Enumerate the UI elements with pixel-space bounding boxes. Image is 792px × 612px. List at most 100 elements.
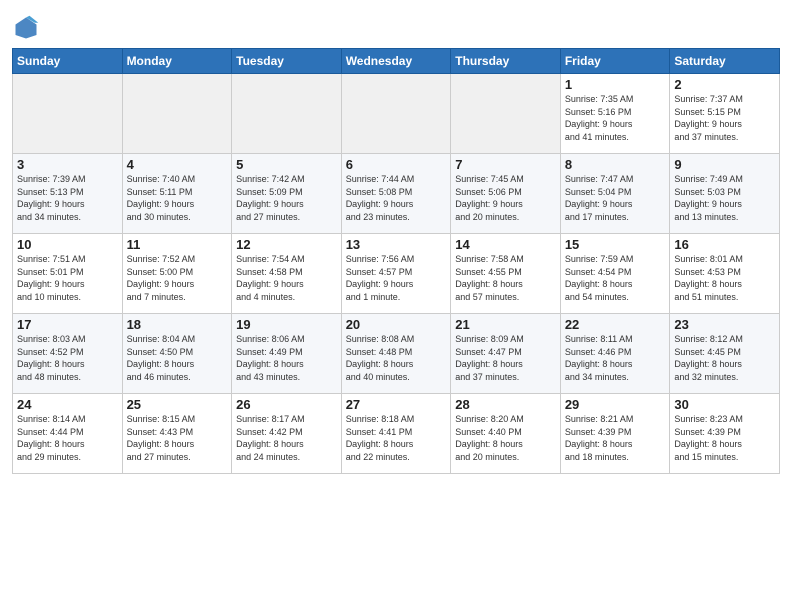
day-info: Sunrise: 7:40 AM Sunset: 5:11 PM Dayligh… — [127, 173, 228, 223]
day-number: 5 — [236, 157, 337, 172]
logo-icon — [12, 14, 40, 42]
calendar-cell: 9Sunrise: 7:49 AM Sunset: 5:03 PM Daylig… — [670, 154, 780, 234]
day-number: 20 — [346, 317, 447, 332]
calendar-cell — [13, 74, 123, 154]
calendar-cell: 28Sunrise: 8:20 AM Sunset: 4:40 PM Dayli… — [451, 394, 561, 474]
calendar-cell: 24Sunrise: 8:14 AM Sunset: 4:44 PM Dayli… — [13, 394, 123, 474]
calendar-cell: 6Sunrise: 7:44 AM Sunset: 5:08 PM Daylig… — [341, 154, 451, 234]
day-number: 12 — [236, 237, 337, 252]
day-info: Sunrise: 7:51 AM Sunset: 5:01 PM Dayligh… — [17, 253, 118, 303]
weekday-header-wednesday: Wednesday — [341, 49, 451, 74]
day-info: Sunrise: 7:59 AM Sunset: 4:54 PM Dayligh… — [565, 253, 666, 303]
day-info: Sunrise: 7:35 AM Sunset: 5:16 PM Dayligh… — [565, 93, 666, 143]
day-number: 18 — [127, 317, 228, 332]
day-number: 4 — [127, 157, 228, 172]
day-info: Sunrise: 7:45 AM Sunset: 5:06 PM Dayligh… — [455, 173, 556, 223]
calendar-cell: 27Sunrise: 8:18 AM Sunset: 4:41 PM Dayli… — [341, 394, 451, 474]
calendar-cell: 13Sunrise: 7:56 AM Sunset: 4:57 PM Dayli… — [341, 234, 451, 314]
day-number: 30 — [674, 397, 775, 412]
day-info: Sunrise: 8:14 AM Sunset: 4:44 PM Dayligh… — [17, 413, 118, 463]
day-info: Sunrise: 8:17 AM Sunset: 4:42 PM Dayligh… — [236, 413, 337, 463]
day-number: 29 — [565, 397, 666, 412]
calendar-cell: 19Sunrise: 8:06 AM Sunset: 4:49 PM Dayli… — [232, 314, 342, 394]
calendar-cell: 15Sunrise: 7:59 AM Sunset: 4:54 PM Dayli… — [560, 234, 670, 314]
day-info: Sunrise: 8:11 AM Sunset: 4:46 PM Dayligh… — [565, 333, 666, 383]
day-info: Sunrise: 8:03 AM Sunset: 4:52 PM Dayligh… — [17, 333, 118, 383]
day-number: 14 — [455, 237, 556, 252]
calendar-cell: 16Sunrise: 8:01 AM Sunset: 4:53 PM Dayli… — [670, 234, 780, 314]
day-info: Sunrise: 8:12 AM Sunset: 4:45 PM Dayligh… — [674, 333, 775, 383]
day-number: 17 — [17, 317, 118, 332]
day-number: 23 — [674, 317, 775, 332]
day-info: Sunrise: 7:54 AM Sunset: 4:58 PM Dayligh… — [236, 253, 337, 303]
day-info: Sunrise: 7:37 AM Sunset: 5:15 PM Dayligh… — [674, 93, 775, 143]
day-number: 25 — [127, 397, 228, 412]
day-number: 11 — [127, 237, 228, 252]
calendar-cell — [232, 74, 342, 154]
calendar-cell: 18Sunrise: 8:04 AM Sunset: 4:50 PM Dayli… — [122, 314, 232, 394]
calendar-week-row: 3Sunrise: 7:39 AM Sunset: 5:13 PM Daylig… — [13, 154, 780, 234]
calendar-cell: 29Sunrise: 8:21 AM Sunset: 4:39 PM Dayli… — [560, 394, 670, 474]
day-info: Sunrise: 8:04 AM Sunset: 4:50 PM Dayligh… — [127, 333, 228, 383]
calendar-cell: 22Sunrise: 8:11 AM Sunset: 4:46 PM Dayli… — [560, 314, 670, 394]
calendar-cell: 30Sunrise: 8:23 AM Sunset: 4:39 PM Dayli… — [670, 394, 780, 474]
day-number: 9 — [674, 157, 775, 172]
calendar-cell — [341, 74, 451, 154]
day-number: 3 — [17, 157, 118, 172]
page-container: SundayMondayTuesdayWednesdayThursdayFrid… — [0, 0, 792, 482]
day-number: 6 — [346, 157, 447, 172]
calendar-week-row: 24Sunrise: 8:14 AM Sunset: 4:44 PM Dayli… — [13, 394, 780, 474]
calendar-cell — [122, 74, 232, 154]
day-number: 16 — [674, 237, 775, 252]
day-info: Sunrise: 8:01 AM Sunset: 4:53 PM Dayligh… — [674, 253, 775, 303]
weekday-header-tuesday: Tuesday — [232, 49, 342, 74]
calendar-cell: 17Sunrise: 8:03 AM Sunset: 4:52 PM Dayli… — [13, 314, 123, 394]
day-number: 27 — [346, 397, 447, 412]
calendar-week-row: 1Sunrise: 7:35 AM Sunset: 5:16 PM Daylig… — [13, 74, 780, 154]
weekday-header-monday: Monday — [122, 49, 232, 74]
day-number: 2 — [674, 77, 775, 92]
day-number: 26 — [236, 397, 337, 412]
day-info: Sunrise: 7:52 AM Sunset: 5:00 PM Dayligh… — [127, 253, 228, 303]
calendar-cell: 10Sunrise: 7:51 AM Sunset: 5:01 PM Dayli… — [13, 234, 123, 314]
calendar-week-row: 10Sunrise: 7:51 AM Sunset: 5:01 PM Dayli… — [13, 234, 780, 314]
calendar-cell: 21Sunrise: 8:09 AM Sunset: 4:47 PM Dayli… — [451, 314, 561, 394]
day-info: Sunrise: 8:21 AM Sunset: 4:39 PM Dayligh… — [565, 413, 666, 463]
calendar-cell: 4Sunrise: 7:40 AM Sunset: 5:11 PM Daylig… — [122, 154, 232, 234]
calendar-cell: 5Sunrise: 7:42 AM Sunset: 5:09 PM Daylig… — [232, 154, 342, 234]
calendar-cell: 12Sunrise: 7:54 AM Sunset: 4:58 PM Dayli… — [232, 234, 342, 314]
calendar-week-row: 17Sunrise: 8:03 AM Sunset: 4:52 PM Dayli… — [13, 314, 780, 394]
day-info: Sunrise: 7:58 AM Sunset: 4:55 PM Dayligh… — [455, 253, 556, 303]
day-info: Sunrise: 8:18 AM Sunset: 4:41 PM Dayligh… — [346, 413, 447, 463]
day-info: Sunrise: 8:09 AM Sunset: 4:47 PM Dayligh… — [455, 333, 556, 383]
day-number: 28 — [455, 397, 556, 412]
calendar-cell: 11Sunrise: 7:52 AM Sunset: 5:00 PM Dayli… — [122, 234, 232, 314]
day-info: Sunrise: 7:56 AM Sunset: 4:57 PM Dayligh… — [346, 253, 447, 303]
day-number: 10 — [17, 237, 118, 252]
calendar-table: SundayMondayTuesdayWednesdayThursdayFrid… — [12, 48, 780, 474]
weekday-header-row: SundayMondayTuesdayWednesdayThursdayFrid… — [13, 49, 780, 74]
day-info: Sunrise: 8:23 AM Sunset: 4:39 PM Dayligh… — [674, 413, 775, 463]
day-info: Sunrise: 7:42 AM Sunset: 5:09 PM Dayligh… — [236, 173, 337, 223]
day-info: Sunrise: 8:06 AM Sunset: 4:49 PM Dayligh… — [236, 333, 337, 383]
calendar-cell: 8Sunrise: 7:47 AM Sunset: 5:04 PM Daylig… — [560, 154, 670, 234]
day-number: 15 — [565, 237, 666, 252]
day-info: Sunrise: 7:47 AM Sunset: 5:04 PM Dayligh… — [565, 173, 666, 223]
calendar-cell: 26Sunrise: 8:17 AM Sunset: 4:42 PM Dayli… — [232, 394, 342, 474]
calendar-cell: 1Sunrise: 7:35 AM Sunset: 5:16 PM Daylig… — [560, 74, 670, 154]
weekday-header-saturday: Saturday — [670, 49, 780, 74]
calendar-cell: 7Sunrise: 7:45 AM Sunset: 5:06 PM Daylig… — [451, 154, 561, 234]
weekday-header-sunday: Sunday — [13, 49, 123, 74]
calendar-cell: 23Sunrise: 8:12 AM Sunset: 4:45 PM Dayli… — [670, 314, 780, 394]
day-info: Sunrise: 8:15 AM Sunset: 4:43 PM Dayligh… — [127, 413, 228, 463]
day-info: Sunrise: 7:39 AM Sunset: 5:13 PM Dayligh… — [17, 173, 118, 223]
calendar-cell: 20Sunrise: 8:08 AM Sunset: 4:48 PM Dayli… — [341, 314, 451, 394]
day-number: 22 — [565, 317, 666, 332]
day-number: 7 — [455, 157, 556, 172]
day-info: Sunrise: 8:08 AM Sunset: 4:48 PM Dayligh… — [346, 333, 447, 383]
day-number: 21 — [455, 317, 556, 332]
calendar-cell: 2Sunrise: 7:37 AM Sunset: 5:15 PM Daylig… — [670, 74, 780, 154]
calendar-cell: 14Sunrise: 7:58 AM Sunset: 4:55 PM Dayli… — [451, 234, 561, 314]
calendar-cell: 3Sunrise: 7:39 AM Sunset: 5:13 PM Daylig… — [13, 154, 123, 234]
day-info: Sunrise: 7:44 AM Sunset: 5:08 PM Dayligh… — [346, 173, 447, 223]
